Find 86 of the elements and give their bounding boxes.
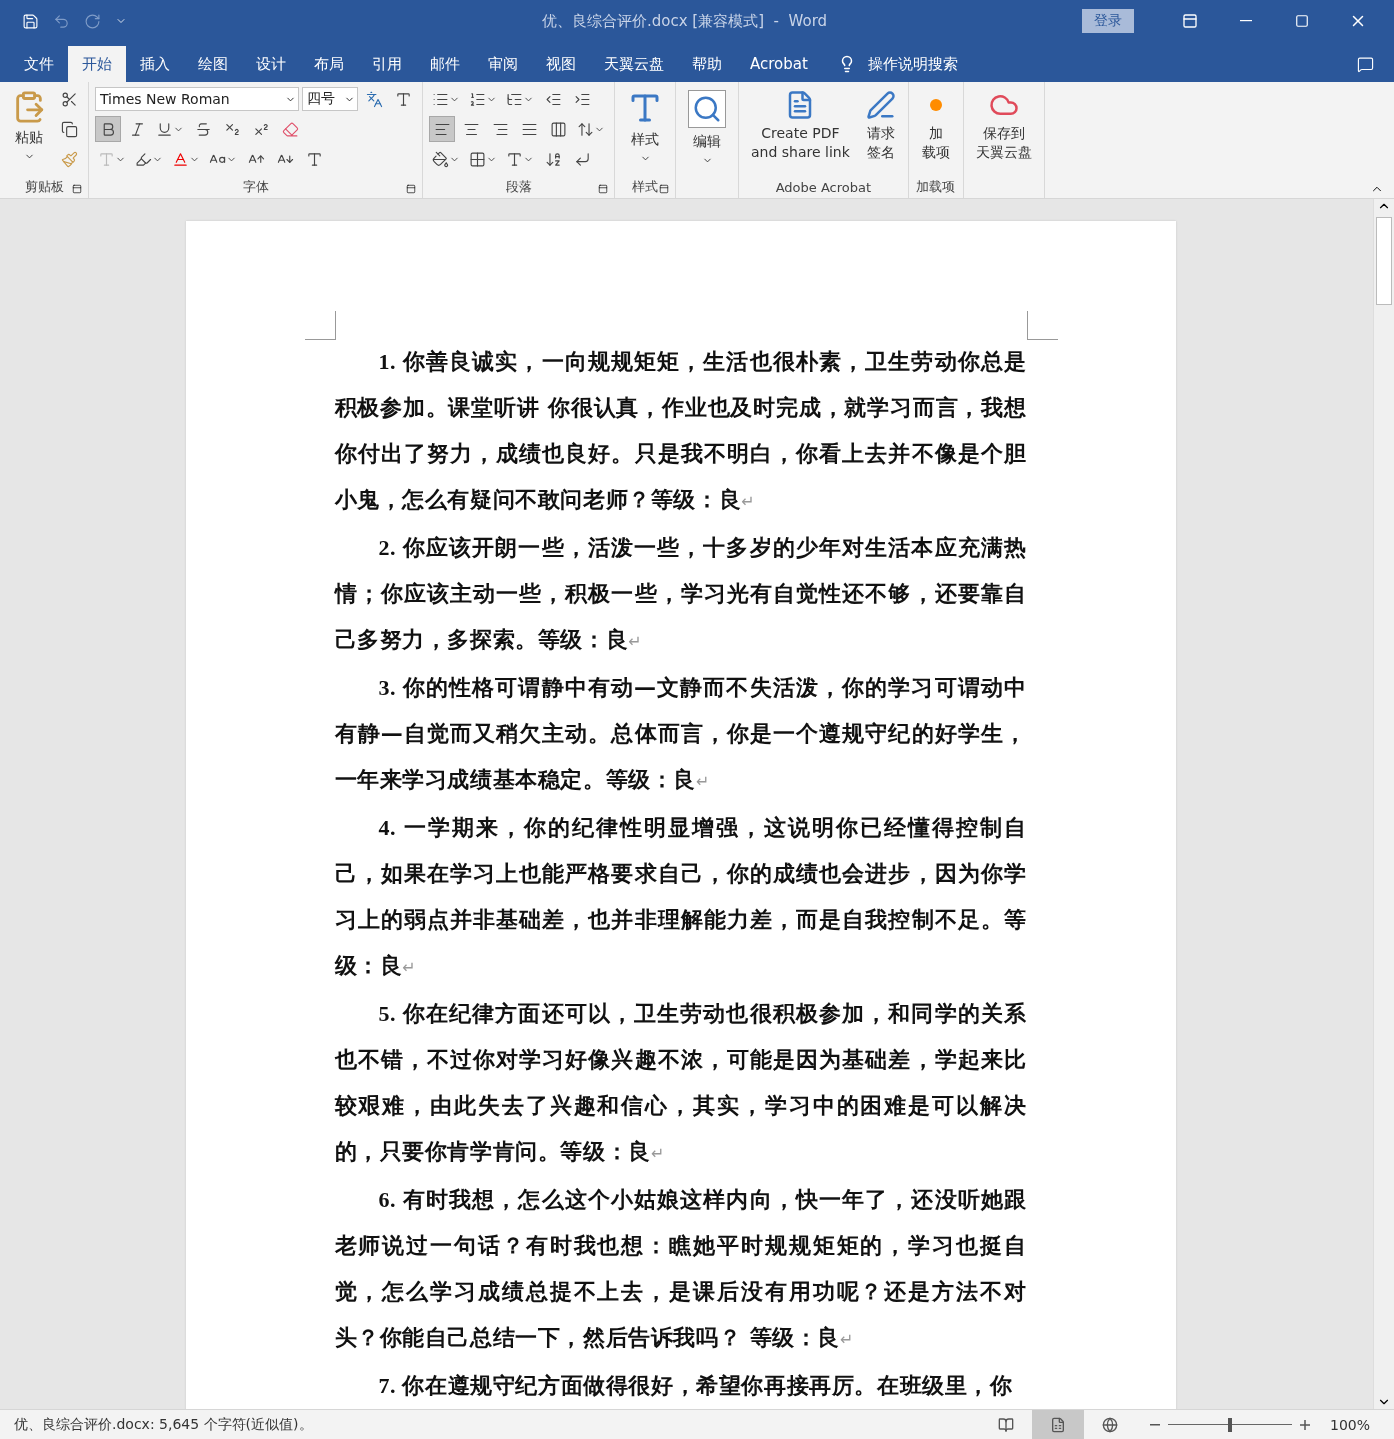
ribbon-tab[interactable]: 审阅	[474, 46, 532, 82]
ribbon-display-icon	[1182, 13, 1198, 29]
group-label: 字体	[242, 178, 269, 196]
line-spacing-icon	[577, 120, 594, 138]
bold-button[interactable]	[95, 116, 121, 142]
create-pdf-button[interactable]: Create PDF and share link	[745, 86, 856, 176]
clear-formatting-icon	[281, 120, 299, 138]
phonetic-guide-icon	[365, 90, 383, 108]
shading-icon	[432, 150, 449, 168]
zoom-in-icon[interactable]	[1299, 1419, 1310, 1430]
zoom-level: 100%	[1329, 1416, 1370, 1433]
asian-layout-icon	[506, 150, 523, 168]
ribbon-tab[interactable]: 设计	[242, 46, 300, 82]
dialog-launcher-icon	[72, 184, 82, 194]
ribbon-tab[interactable]: Acrobat	[736, 46, 822, 82]
editing-button[interactable]: 编辑	[682, 86, 732, 176]
dialog-launcher-icon	[659, 184, 669, 194]
scrollbar-thumb[interactable]	[1376, 217, 1392, 305]
styles-button[interactable]: 样式	[621, 86, 669, 176]
sort-icon	[544, 150, 562, 168]
character-border-icon	[394, 90, 412, 108]
read-view-icon	[997, 1416, 1014, 1433]
paragraph: 5. 你在纪律方面还可以，卫生劳动也很积极参加，和同学的关系也不错，不过你对学习好像兴趣不浓，可能是因为基础差，学起来比较艰难，由此失去了兴趣和信心，其实，学习中的困难是可以解决的，只要你肯学肯问。等级：良↵	[334, 1000, 1027, 1166]
paragraph: 1. 你善良诚实，一向规规矩矩，生活也很朴素，卫生劳动你总是积极参加。课堂听讲 你很认真，作业也及时完成，就学习而言，我想你付出了努力，成绩也良好。只是我不明白，你看上去并不像是个胆小鬼，怎么有疑问不敢问老师？等级：良↵	[334, 348, 1027, 514]
minimize-icon	[1240, 20, 1252, 22]
align-button[interactable]	[429, 116, 455, 142]
copy-icon	[60, 120, 78, 138]
paragraph: 3. 你的性格可谓静中有动—文静而不失活泼，你的学习可谓动中有静—自觉而又稍欠主动。总体而言，你是一个遵规守纪的好学生，一年来学习成绩基本稳定。等级：良↵	[334, 674, 1027, 794]
underline-icon	[156, 120, 173, 138]
distributed-icon	[549, 120, 567, 138]
strikethrough-icon	[194, 120, 212, 138]
search-icon	[688, 90, 726, 128]
ribbon-tab[interactable]: 邮件	[416, 46, 474, 82]
crop-mark	[1026, 311, 1058, 340]
zoom-slider-thumb[interactable]	[1227, 1417, 1232, 1432]
font-name-field[interactable]: Times New Roman	[95, 87, 299, 111]
crop-mark	[304, 311, 336, 340]
show-marks-icon	[573, 150, 591, 168]
paragraph: 4. 一学期来，你的纪律性明显增强，这说明你已经懂得控制自己，如果在学习上也能严格要求自己，你的成绩也会进步，因为你学习上的弱点并非基础差，也并非理解能力差，而是自我控制不足。等级：良↵	[334, 814, 1027, 980]
ribbon-tab[interactable]: 视图	[532, 46, 590, 82]
dot-icon	[929, 99, 942, 111]
font-color-icon	[172, 150, 189, 168]
ribbon-tab[interactable]: 引用	[358, 46, 416, 82]
add-ins-button[interactable]: 加 载项	[914, 86, 957, 176]
character-shading-icon	[305, 150, 323, 168]
save-to-cloud-button[interactable]: 保存到 天翼云盘	[969, 86, 1038, 176]
group-label: 剪贴板	[24, 178, 64, 196]
request-signature-button[interactable]: 请求 签名	[859, 86, 902, 176]
print-view-icon	[1049, 1416, 1066, 1433]
ribbon-tab[interactable]: 天翼云盘	[590, 46, 678, 82]
zoom-out-icon[interactable]	[1149, 1423, 1160, 1426]
tell-me-search[interactable]: 操作说明搜索	[837, 46, 958, 82]
view-button[interactable]	[1031, 1410, 1084, 1439]
text-effects-icon	[98, 150, 115, 168]
redo-icon	[84, 12, 101, 30]
paste-button[interactable]: 粘贴	[6, 86, 52, 176]
word-count-status: 优、良综合评价.docx: 5,645 个字符(近似值)。	[14, 1415, 313, 1434]
comments-icon	[1357, 56, 1374, 73]
group-label: 加载项	[916, 178, 956, 196]
signature-icon	[865, 90, 896, 120]
paragraph: 7. 你在遵规守纪方面做得很好，希望你再接再厉。在班级里，你	[377, 1372, 1014, 1400]
highlight-icon	[135, 150, 152, 168]
ribbon-tab[interactable]: 布局	[300, 46, 358, 82]
web-view-icon	[1101, 1416, 1118, 1433]
sign-in-button[interactable]: 登录	[1082, 9, 1134, 33]
group-label: 样式	[632, 178, 658, 196]
paragraph: 6. 有时我想，怎么这个小姑娘这样内向，快一年了，还没听她跟老师说过一句话？有时我也想：瞧她平时规规矩矩的，学习也挺自觉，怎么学习成绩总提不上去，是课后没有用功呢？还是方法不对头？你能自己总结一下，然后告诉我吗？ 等级：良↵	[334, 1186, 1027, 1352]
ribbon-tab[interactable]: 文件	[10, 46, 68, 82]
cut-icon	[60, 90, 78, 108]
ribbon-tab[interactable]: 帮助	[678, 46, 736, 82]
borders-icon	[469, 150, 486, 168]
undo-icon	[53, 12, 70, 30]
ribbon-tab[interactable]: 插入	[126, 46, 184, 82]
group-label: 段落	[505, 178, 532, 196]
window-title: 优、良综合评价.docx [兼容模式] - Word	[542, 11, 829, 31]
ribbon-tab[interactable]: 开始	[68, 46, 126, 82]
paragraph: 2. 你应该开朗一些，活泼一些，十多岁的少年对生活本应充满热情；你应该主动一些，积极一些，学习光有自觉性还不够，还要靠自己多努力，多探索。等级：良↵	[334, 534, 1027, 654]
maximize-icon	[1295, 14, 1309, 28]
dialog-launcher-icon	[598, 184, 608, 194]
font-size-field[interactable]: 四号	[302, 87, 358, 111]
format-painter-icon	[60, 150, 78, 168]
save-icon	[22, 12, 39, 30]
group-label: Adobe Acrobat	[775, 179, 872, 195]
numbering-icon	[469, 90, 486, 108]
dialog-launcher-icon	[406, 184, 416, 194]
ribbon-tab[interactable]: 绘图	[184, 46, 242, 82]
